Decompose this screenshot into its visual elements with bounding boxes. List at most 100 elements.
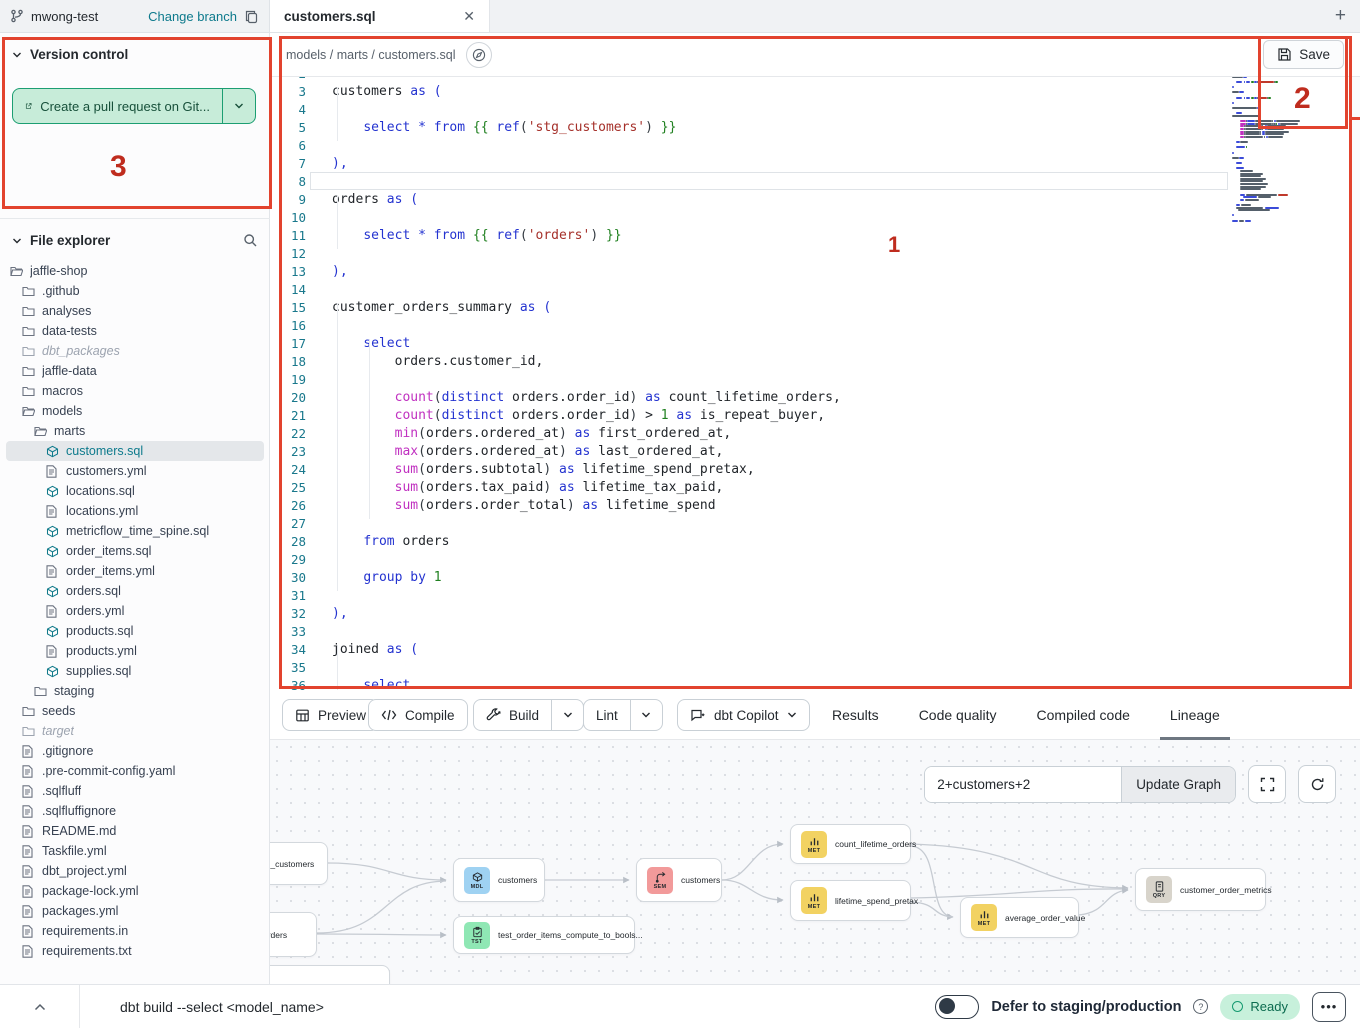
file-tree-item-locations-yml[interactable]: locations.yml <box>6 501 264 521</box>
command-input[interactable]: dbt build --select <model_name> <box>120 999 324 1015</box>
code-line-12[interactable]: 12 <box>270 244 1360 262</box>
tab-compiled-code[interactable]: Compiled code <box>1035 690 1132 740</box>
file-tree-item-requirements-txt[interactable]: requirements.txt <box>6 941 264 961</box>
code-editor[interactable]: 23customers as (45 select * from {{ ref(… <box>270 77 1360 690</box>
file-tree-item-packages-yml[interactable]: packages.yml <box>6 901 264 921</box>
code-line-4[interactable]: 4 <box>270 100 1360 118</box>
code-line-35[interactable]: 35 <box>270 658 1360 676</box>
file-tree-item--github[interactable]: .github <box>6 281 264 301</box>
file-tree-item-order-items-yml[interactable]: order_items.yml <box>6 561 264 581</box>
file-tree-item--pre-commit-config-yaml[interactable]: .pre-commit-config.yaml <box>6 761 264 781</box>
lineage-node-lifetime-spend-pretax[interactable]: METlifetime_spend_pretax <box>790 880 911 921</box>
lineage-node-average-order-value[interactable]: METaverage_order_value <box>960 897 1079 938</box>
file-tree-item-seeds[interactable]: seeds <box>6 701 264 721</box>
update-graph-button[interactable]: Update Graph <box>1121 767 1235 802</box>
file-tree-item--gitignore[interactable]: .gitignore <box>6 741 264 761</box>
code-line-21[interactable]: 21 count(distinct orders.order_id) > 1 a… <box>270 406 1360 424</box>
dbt-copilot-button[interactable]: dbt Copilot <box>677 699 810 731</box>
file-tree-item--sqlfluff[interactable]: .sqlfluff <box>6 781 264 801</box>
code-line-29[interactable]: 29 <box>270 550 1360 568</box>
code-line-5[interactable]: 5 select * from {{ ref('stg_customers') … <box>270 118 1360 136</box>
search-icon[interactable] <box>243 233 258 248</box>
code-line-24[interactable]: 24 sum(orders.subtotal) as lifetime_spen… <box>270 460 1360 478</box>
code-line-18[interactable]: 18 orders.customer_id, <box>270 352 1360 370</box>
lineage-node-test-order-items-compute-to-bools-[interactable]: TSTtest_order_items_compute_to_bools... <box>453 916 635 954</box>
file-tree-item-macros[interactable]: macros <box>6 381 264 401</box>
code-line-16[interactable]: 16 <box>270 316 1360 334</box>
code-line-23[interactable]: 23 max(orders.ordered_at) as last_ordere… <box>270 442 1360 460</box>
code-line-28[interactable]: 28 from orders <box>270 532 1360 550</box>
file-tree-item-target[interactable]: target <box>6 721 264 741</box>
file-tree-item-readme-md[interactable]: README.md <box>6 821 264 841</box>
new-tab-button[interactable]: + <box>1335 5 1346 27</box>
code-line-6[interactable]: 6 <box>270 136 1360 154</box>
file-tree-item-requirements-in[interactable]: requirements.in <box>6 921 264 941</box>
code-line-30[interactable]: 30 group by 1 <box>270 568 1360 586</box>
more-options-button[interactable]: ••• <box>1312 992 1346 1022</box>
lineage-node-customers[interactable]: MDLcustomers <box>453 858 545 902</box>
lint-button[interactable]: Lint <box>583 699 663 731</box>
copilot-compass-button[interactable] <box>466 42 492 68</box>
code-line-27[interactable]: 27 <box>270 514 1360 532</box>
change-branch-link[interactable]: Change branch <box>148 9 237 24</box>
code-line-13[interactable]: 13), <box>270 262 1360 280</box>
copy-icon[interactable] <box>244 9 259 24</box>
fullscreen-button[interactable] <box>1248 765 1286 803</box>
file-tree-item-jaffle-shop[interactable]: jaffle-shop <box>6 261 264 281</box>
code-line-22[interactable]: 22 min(orders.ordered_at) as first_order… <box>270 424 1360 442</box>
file-tree-item-package-lock-yml[interactable]: package-lock.yml <box>6 881 264 901</box>
tab-code-quality[interactable]: Code quality <box>917 690 999 740</box>
code-line-32[interactable]: 32), <box>270 604 1360 622</box>
lint-dropdown[interactable] <box>630 700 662 730</box>
file-tree-item-customers-yml[interactable]: customers.yml <box>6 461 264 481</box>
help-icon[interactable]: ? <box>1193 999 1208 1014</box>
create-pr-dropdown[interactable] <box>223 89 255 123</box>
file-tree-item-dbt-packages[interactable]: dbt_packages <box>6 341 264 361</box>
code-line-11[interactable]: 11 select * from {{ ref('orders') }} <box>270 226 1360 244</box>
file-tree-item-metricflow-time-spine-sql[interactable]: metricflow_time_spine.sql <box>6 521 264 541</box>
code-line-9[interactable]: 9orders as ( <box>270 190 1360 208</box>
tab-close-icon[interactable]: ✕ <box>463 8 475 25</box>
code-line-31[interactable]: 31 <box>270 586 1360 604</box>
file-tree-item-dbt-project-yml[interactable]: dbt_project.yml <box>6 861 264 881</box>
lineage-node-blank[interactable] <box>270 965 390 984</box>
lineage-selector-input[interactable]: 2+customers+2 <box>925 767 1121 802</box>
file-tree-item-products-yml[interactable]: products.yml <box>6 641 264 661</box>
code-line-15[interactable]: 15customer_orders_summary as ( <box>270 298 1360 316</box>
preview-button[interactable]: Preview <box>282 699 379 731</box>
tab-results[interactable]: Results <box>830 690 881 740</box>
file-tree-item-order-items-sql[interactable]: order_items.sql <box>6 541 264 561</box>
refresh-button[interactable] <box>1298 765 1336 803</box>
file-tree-item-supplies-sql[interactable]: supplies.sql <box>6 661 264 681</box>
lineage-node-customer-order-metrics[interactable]: QRYcustomer_order_metrics <box>1135 868 1266 911</box>
code-line-19[interactable]: 19 <box>270 370 1360 388</box>
file-tree-item--sqlfluffignore[interactable]: .sqlfluffignore <box>6 801 264 821</box>
file-tree-item-taskfile-yml[interactable]: Taskfile.yml <box>6 841 264 861</box>
code-line-33[interactable]: 33 <box>270 622 1360 640</box>
code-line-17[interactable]: 17 select <box>270 334 1360 352</box>
code-line-14[interactable]: 14 <box>270 280 1360 298</box>
file-tree-item-models[interactable]: models <box>6 401 264 421</box>
build-button[interactable]: Build <box>473 699 584 731</box>
editor-scrollbar[interactable] <box>1352 77 1360 690</box>
file-tree-item-customers-sql[interactable]: customers.sql <box>6 441 264 461</box>
compile-button[interactable]: Compile <box>368 699 468 731</box>
file-tree-item-staging[interactable]: staging <box>6 681 264 701</box>
version-control-header[interactable]: Version control <box>0 33 269 72</box>
file-explorer-header[interactable]: File explorer <box>0 219 270 256</box>
lineage-node-orders[interactable]: orders <box>270 912 317 957</box>
code-line-3[interactable]: 3customers as ( <box>270 82 1360 100</box>
code-line-7[interactable]: 7), <box>270 154 1360 172</box>
file-tree-item-orders-sql[interactable]: orders.sql <box>6 581 264 601</box>
code-line-25[interactable]: 25 sum(orders.tax_paid) as lifetime_tax_… <box>270 478 1360 496</box>
file-tree-item-data-tests[interactable]: data-tests <box>6 321 264 341</box>
file-tree-item-jaffle-data[interactable]: jaffle-data <box>6 361 264 381</box>
file-tree-item-analyses[interactable]: analyses <box>6 301 264 321</box>
save-button[interactable]: Save <box>1263 40 1344 69</box>
editor-minimap[interactable] <box>1232 77 1320 283</box>
build-dropdown[interactable] <box>551 700 583 730</box>
file-tree-item-locations-sql[interactable]: locations.sql <box>6 481 264 501</box>
code-line-26[interactable]: 26 sum(orders.order_total) as lifetime_s… <box>270 496 1360 514</box>
tab-lineage[interactable]: Lineage <box>1168 690 1222 740</box>
file-tree-item-orders-yml[interactable]: orders.yml <box>6 601 264 621</box>
